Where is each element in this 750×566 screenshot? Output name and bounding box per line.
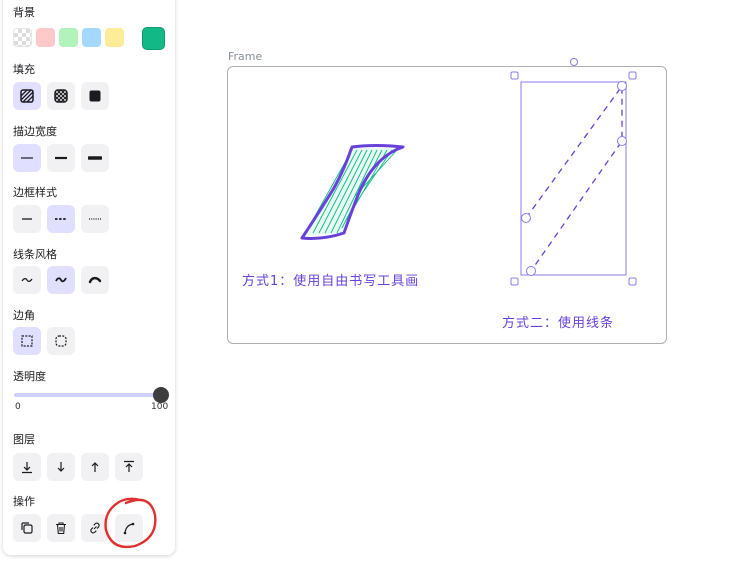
line-point-handles[interactable] [521, 81, 627, 276]
freehand-shape[interactable] [300, 144, 405, 240]
caption-line[interactable]: 方式二：使用线条 [502, 312, 614, 331]
annotation-circle [104, 497, 157, 549]
selected-line-element[interactable] [520, 81, 627, 276]
caption-freehand[interactable]: 方式1：使用自由书写工具画 [242, 270, 419, 289]
